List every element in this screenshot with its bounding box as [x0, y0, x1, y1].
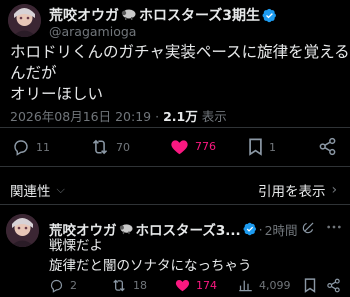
divider — [0, 204, 350, 205]
post-text-line: オリーほしい — [10, 85, 104, 103]
divider — [0, 127, 350, 128]
chevron-right-icon: › — [331, 182, 338, 198]
author-display-name-suffix: ホロスターズ3期生 — [139, 8, 261, 24]
sort-relevance-dropdown[interactable]: 関連性 ⌵ — [10, 180, 65, 200]
reply-views-button[interactable]: 4,099 — [238, 278, 291, 292]
post-text-line: んだが — [10, 64, 57, 82]
reply-reply-count: 2 — [70, 279, 77, 292]
author-avatar[interactable] — [8, 4, 41, 37]
like-count: 776 — [195, 140, 216, 153]
share-button[interactable] — [318, 137, 337, 156]
view-quotes-link[interactable]: 引用を表示 › — [258, 180, 337, 200]
repost-icon — [113, 279, 125, 292]
reply-repost-button[interactable]: 18 — [111, 278, 147, 293]
reply-icon — [50, 279, 63, 293]
reply-views-count: 4,099 — [259, 278, 291, 292]
repost-button[interactable]: 70 — [90, 138, 130, 156]
like-button[interactable]: 776 — [170, 138, 216, 155]
repost-icon — [92, 139, 108, 155]
share-icon — [319, 137, 336, 156]
analytics-icon — [239, 280, 252, 292]
bookmark-count: 1 — [269, 140, 276, 154]
bookmark-icon — [249, 138, 262, 156]
views-label: 表示 — [201, 109, 227, 124]
divider — [0, 166, 350, 167]
sheep-emoji-icon — [121, 6, 137, 25]
reply-like-count: 174 — [196, 278, 217, 292]
chevron-down-icon: ⌵ — [56, 183, 65, 196]
verified-badge-icon — [243, 222, 256, 236]
author-handle[interactable]: @aragamioga — [49, 24, 136, 39]
reply-reply-button[interactable]: 2 — [49, 278, 77, 293]
reply-icon — [14, 140, 28, 156]
repost-count: 70 — [116, 140, 130, 154]
heart-filled-icon — [171, 140, 188, 155]
reply-bookmark-button[interactable] — [304, 278, 316, 293]
reply-text-line: 旋律だと闇のソナタになっちゃう — [49, 258, 252, 274]
post-text-line: ホロドリくんのガチャ実装ペースに旋律を覚える — [10, 43, 350, 61]
reply-text-line: 戦慄だよ — [49, 238, 103, 254]
reply-button[interactable]: 11 — [12, 138, 50, 156]
reply-count: 11 — [36, 140, 50, 154]
author-display-name: 荒咬オウガ — [49, 8, 119, 24]
post-meta: 2026年08月16日 20:19 · 2.1万 表示 — [10, 109, 227, 124]
share-icon — [327, 278, 340, 293]
author-name-row[interactable]: 荒咬オウガ ホロスターズ3期生 — [49, 5, 277, 25]
sort-relevance-label: 関連性 — [10, 184, 51, 200]
verified-badge-icon — [262, 8, 276, 22]
bookmark-button[interactable]: 1 — [248, 138, 276, 156]
post-text: ホロドリくんのガチャ実装ペースに旋律を覚える んだが オリーほしい — [10, 42, 350, 105]
view-quotes-label: 引用を表示 — [258, 184, 326, 200]
reply-like-button[interactable]: 174 — [175, 278, 217, 292]
reply-share-button[interactable] — [326, 278, 341, 293]
reply-repost-count: 18 — [133, 279, 147, 292]
post-timestamp[interactable]: 2026年08月16日 20:19 — [10, 109, 151, 124]
reply-text: 戦慄だよ 旋律だと闇のソナタになっちゃう — [49, 236, 344, 276]
heart-filled-icon — [175, 280, 190, 292]
views-count: 2.1万 — [163, 109, 198, 124]
bookmark-icon — [304, 278, 316, 293]
reply-author-avatar[interactable] — [6, 214, 39, 247]
